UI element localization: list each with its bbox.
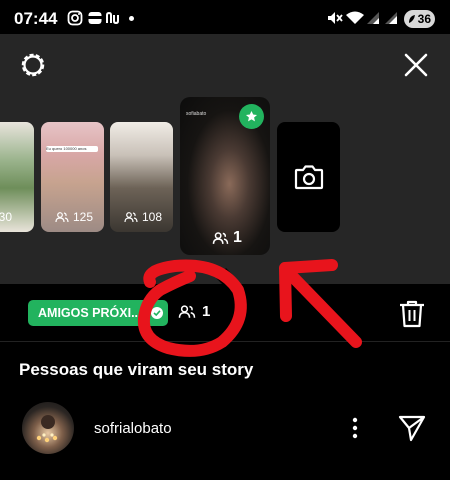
camera-icon bbox=[294, 165, 323, 190]
close-friends-star-icon bbox=[239, 104, 264, 129]
battery-saver-icon bbox=[408, 14, 415, 23]
wallet-icon bbox=[88, 12, 102, 24]
notification-dot bbox=[129, 16, 134, 21]
story-view-count: 130 bbox=[0, 210, 13, 224]
wifi-icon bbox=[346, 11, 364, 24]
story-view-count: 1 bbox=[212, 229, 242, 247]
viewers-icon bbox=[55, 212, 69, 223]
viewer-username[interactable]: sofrialobato bbox=[94, 420, 172, 437]
mute-icon bbox=[328, 12, 343, 24]
status-bar: 07:44 36 bbox=[0, 0, 450, 34]
send-message-icon[interactable] bbox=[398, 414, 426, 442]
clock: 07:44 bbox=[14, 9, 58, 28]
add-story-camera-button[interactable] bbox=[277, 122, 340, 232]
viewer-count-value: 1 bbox=[202, 303, 211, 320]
trash-icon[interactable] bbox=[398, 299, 426, 329]
more-options-icon[interactable] bbox=[348, 415, 362, 441]
close-friends-label: AMIGOS PRÓXI... bbox=[38, 306, 142, 320]
close-icon[interactable] bbox=[403, 52, 429, 78]
viewer-count-button[interactable]: 1 bbox=[178, 303, 210, 320]
divider bbox=[0, 341, 450, 342]
signal-icon-2 bbox=[385, 12, 397, 24]
battery-indicator: 36 bbox=[404, 10, 435, 28]
story-author-tag: sofiabato bbox=[186, 111, 207, 117]
settings-gear-icon[interactable] bbox=[18, 50, 48, 80]
check-icon bbox=[151, 307, 163, 319]
story-view-count: 108 bbox=[124, 210, 162, 224]
avatar[interactable] bbox=[22, 402, 74, 454]
story-thumbnail[interactable]: 130 bbox=[0, 122, 34, 232]
instagram-icon bbox=[67, 10, 83, 26]
story-thumbnail[interactable]: Eu quero 100000 anos 125 bbox=[41, 122, 104, 232]
story-thumbnail[interactable]: 108 bbox=[110, 122, 173, 232]
story-caption: Eu quero 100000 anos bbox=[46, 146, 98, 152]
viewer-list-item[interactable]: sofrialobato bbox=[0, 400, 450, 456]
close-friends-button[interactable]: AMIGOS PRÓXI... bbox=[28, 300, 168, 326]
viewers-icon bbox=[178, 305, 196, 318]
battery-level: 36 bbox=[417, 12, 431, 26]
viewers-icon bbox=[212, 232, 229, 244]
signal-icon bbox=[367, 12, 379, 24]
nubank-icon bbox=[106, 11, 119, 25]
viewers-icon bbox=[124, 212, 138, 223]
viewers-section-title: Pessoas que viram seu story bbox=[19, 360, 254, 379]
story-view-count: 125 bbox=[55, 210, 93, 224]
